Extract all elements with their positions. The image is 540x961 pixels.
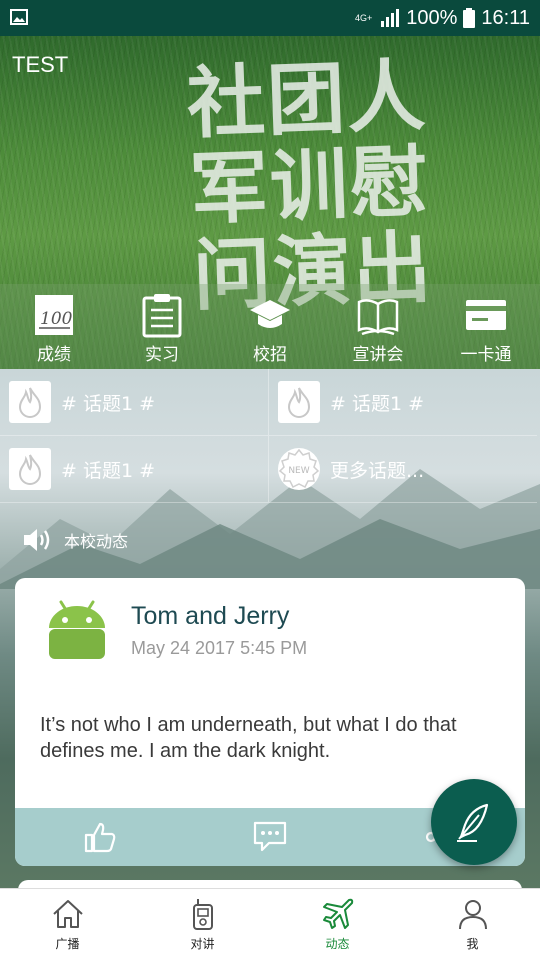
more-topics-item[interactable]: NEW 更多话题... bbox=[269, 436, 537, 503]
topic-label: # 话题1 # bbox=[330, 392, 425, 415]
nav-feed[interactable]: 动态 bbox=[270, 889, 405, 961]
feather-pen-icon bbox=[457, 803, 489, 842]
battery-icon bbox=[463, 8, 476, 28]
person-icon bbox=[458, 900, 487, 930]
nav-intercom[interactable]: 对讲 bbox=[135, 889, 270, 961]
poster-text: 社团人 军训慰 问演出 bbox=[185, 51, 435, 322]
new-badge-icon: NEW bbox=[278, 448, 320, 490]
clock: 16:11 bbox=[481, 6, 530, 29]
comment-icon bbox=[253, 821, 287, 852]
compose-post-button[interactable] bbox=[431, 779, 517, 865]
app-title: TEST bbox=[12, 52, 69, 77]
score-icon: 100 bbox=[35, 295, 73, 335]
nav-label-broadcast: 广播 bbox=[55, 937, 80, 951]
svg-text:100: 100 bbox=[40, 309, 73, 329]
plane-icon bbox=[322, 898, 353, 929]
battery-percent: 100% bbox=[406, 6, 458, 29]
home-icon bbox=[52, 900, 83, 928]
flame-icon bbox=[9, 381, 51, 423]
post-text: It’s not who I am underneath, but what I… bbox=[40, 714, 457, 762]
walkie-talkie-icon bbox=[192, 899, 213, 930]
card-icon bbox=[466, 300, 506, 330]
post-timestamp: May 24 2017 5:45 PM bbox=[131, 638, 308, 658]
menu-label-campus-card: 一卡通 bbox=[460, 345, 512, 365]
menu-item-score[interactable]: 100 成绩 bbox=[4, 284, 104, 365]
menu-item-seminar[interactable]: 宣讲会 bbox=[328, 284, 428, 365]
flame-icon bbox=[278, 381, 320, 423]
nav-label-me: 我 bbox=[466, 937, 479, 951]
thumbs-up-icon bbox=[84, 822, 116, 853]
post-author[interactable]: Tom and Jerry bbox=[131, 602, 289, 631]
menu-label-score: 成绩 bbox=[37, 345, 71, 365]
graduation-cap-icon bbox=[250, 300, 290, 328]
topics-grid: # 话题1 # # 话题1 # # 话题1 # NEW 更多话题... bbox=[0, 369, 540, 504]
flame-icon bbox=[9, 448, 51, 490]
menu-label-internship: 实习 bbox=[145, 345, 179, 365]
nav-me[interactable]: 我 bbox=[405, 889, 540, 961]
nav-label-feed: 动态 bbox=[325, 937, 350, 951]
comment-button[interactable] bbox=[250, 817, 290, 857]
menu-item-internship[interactable]: 实习 bbox=[112, 284, 212, 365]
menu-label-seminar: 宣讲会 bbox=[352, 345, 404, 365]
nav-label-intercom: 对讲 bbox=[190, 937, 215, 951]
status-right: 4G+ 100% 16:11 bbox=[355, 0, 530, 36]
android-avatar-icon[interactable] bbox=[45, 598, 109, 662]
svg-text:NEW: NEW bbox=[288, 466, 309, 476]
news-section-title: 本校动态 bbox=[64, 532, 129, 551]
clipboard-icon bbox=[142, 294, 182, 338]
news-section-header: 本校动态 bbox=[22, 527, 128, 553]
topic-label: # 话题1 # bbox=[61, 459, 156, 482]
signal-icon bbox=[381, 9, 400, 27]
more-topics-label: 更多话题... bbox=[330, 459, 425, 482]
menu-label-campus-recruit: 校招 bbox=[253, 345, 287, 365]
topic-item[interactable]: # 话题1 # bbox=[0, 369, 269, 436]
topic-label: # 话题1 # bbox=[61, 392, 156, 415]
menu-item-campus-card[interactable]: 一卡通 bbox=[436, 284, 536, 365]
topic-item[interactable]: # 话题1 # bbox=[269, 369, 537, 436]
network-type: 4G+ bbox=[355, 12, 373, 23]
nav-broadcast[interactable]: 广播 bbox=[0, 889, 135, 961]
image-notification-icon bbox=[10, 9, 28, 25]
status-bar: 4G+ 100% 16:11 bbox=[0, 0, 540, 36]
open-book-icon bbox=[357, 299, 399, 336]
speaker-icon bbox=[24, 529, 50, 551]
bottom-navigation: 广播 对讲 动态 我 bbox=[0, 888, 540, 961]
quick-menu: 100 成绩 实习 校招 宣讲会 一卡通 bbox=[0, 284, 540, 369]
topic-item[interactable]: # 话题1 # bbox=[0, 436, 269, 503]
menu-item-campus-recruit[interactable]: 校招 bbox=[220, 284, 320, 365]
like-button[interactable] bbox=[80, 817, 120, 857]
